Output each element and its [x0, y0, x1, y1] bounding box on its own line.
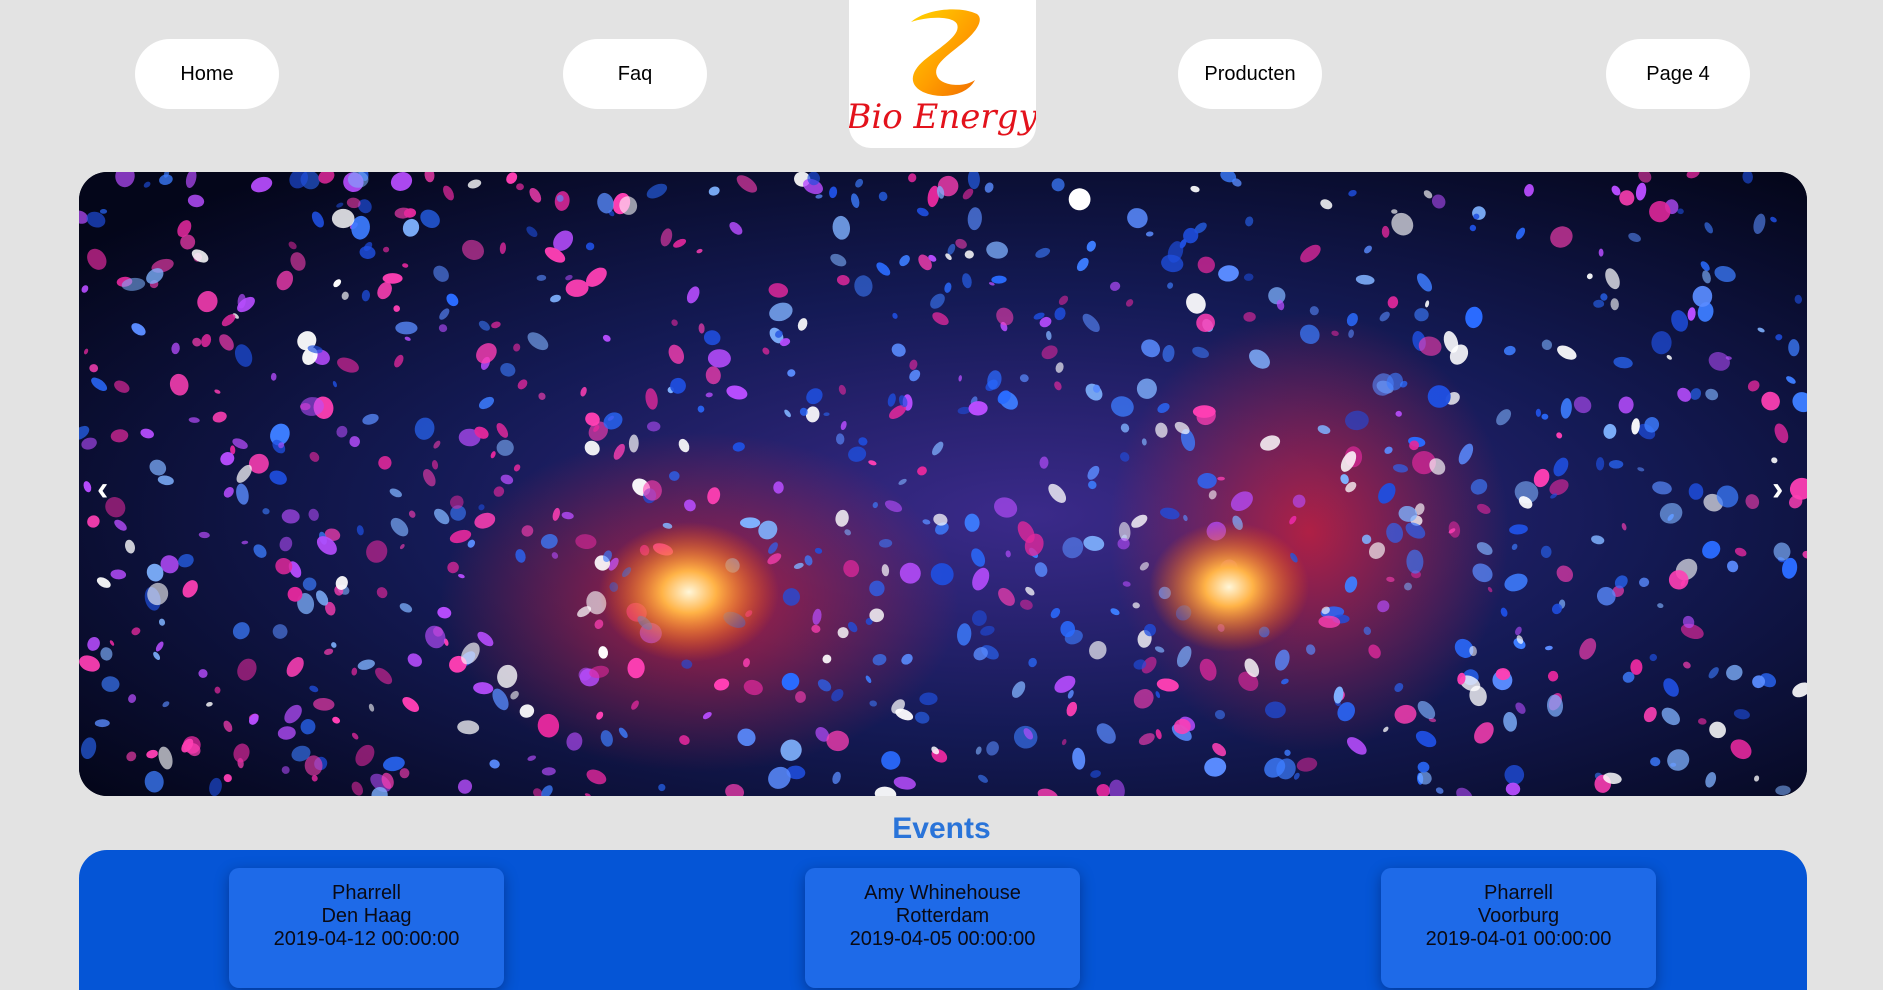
- event-city: Rotterdam: [895, 905, 990, 927]
- confetti-piece: [1630, 659, 1643, 675]
- event-artist: Pharrell: [1484, 882, 1553, 904]
- nav-page4-label: Page 4: [1646, 62, 1710, 85]
- event-card[interactable]: Pharrell Den Haag 2019-04-12 00:00:00: [229, 868, 504, 988]
- confetti-piece: [99, 209, 108, 214]
- event-artist: Amy Whinehouse: [864, 882, 1021, 904]
- event-date: 2019-04-05 00:00:00: [849, 928, 1036, 950]
- event-city: Den Haag: [321, 905, 412, 927]
- event-card[interactable]: Pharrell Voorburg 2019-04-01 00:00:00: [1381, 868, 1656, 988]
- confetti-piece: [1192, 405, 1216, 418]
- bio-energy-logo-image: Bio Energy: [849, 9, 1036, 137]
- logo-wordmark: Bio Energy: [849, 97, 1036, 137]
- confetti-piece: [382, 273, 403, 284]
- hero-confetti-image: [79, 172, 1807, 796]
- nav-page4-button[interactable]: Page 4: [1606, 39, 1750, 109]
- events-heading: Events: [892, 812, 991, 845]
- event-card[interactable]: Amy Whinehouse Rotterdam 2019-04-05 00:0…: [805, 868, 1080, 988]
- confetti-piece: [331, 208, 355, 229]
- event-date: 2019-04-01 00:00:00: [1425, 928, 1612, 950]
- event-date: 2019-04-12 00:00:00: [273, 928, 460, 950]
- nav-producten-button[interactable]: Producten: [1178, 39, 1322, 109]
- confetti-piece: [1217, 476, 1225, 481]
- hero-carousel[interactable]: [79, 172, 1807, 796]
- carousel-prev-button[interactable]: ‹: [97, 472, 108, 506]
- nav-producten-label: Producten: [1204, 62, 1296, 85]
- nav-faq-label: Faq: [617, 62, 653, 85]
- confetti-piece: [647, 421, 661, 432]
- carousel-next-button[interactable]: ›: [1772, 472, 1783, 506]
- nav-faq-button[interactable]: Faq: [563, 39, 707, 109]
- confetti-piece: [964, 250, 974, 259]
- nav-home-label: Home: [180, 62, 234, 85]
- event-city: Voorburg: [1477, 905, 1560, 927]
- confetti-piece: [1608, 460, 1624, 469]
- event-artist: Pharrell: [332, 882, 401, 904]
- nav-home-button[interactable]: Home: [135, 39, 279, 109]
- confetti-piece: [740, 517, 761, 529]
- brand-logo[interactable]: Bio Energy: [849, 0, 1036, 148]
